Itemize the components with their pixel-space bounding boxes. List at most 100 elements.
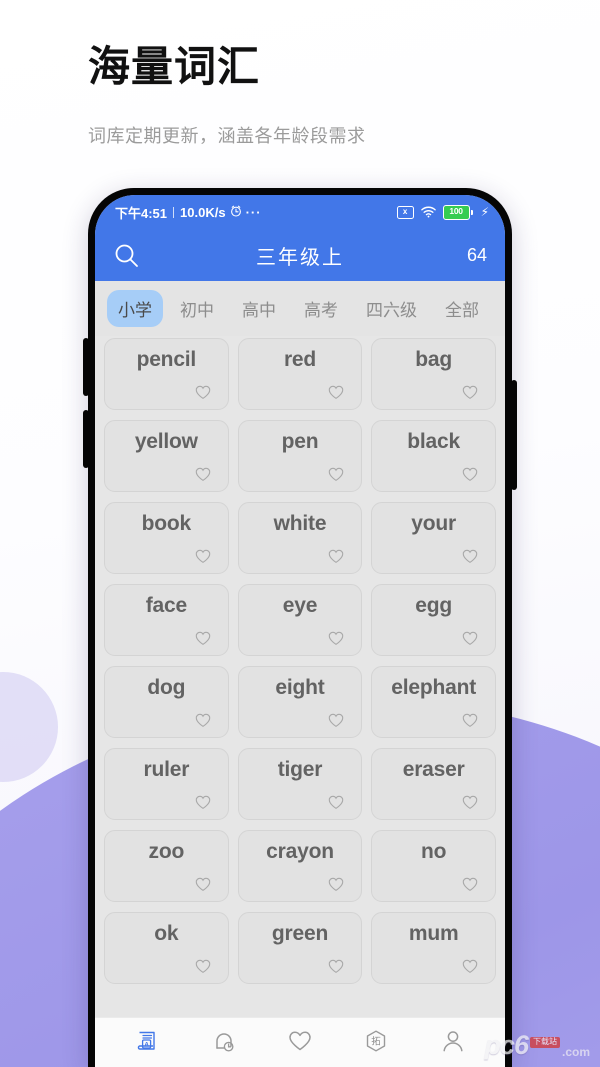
search-icon[interactable] [113, 242, 140, 269]
battery-cap [470, 209, 473, 215]
word-card[interactable]: no [371, 830, 496, 902]
word-card[interactable]: zoo [104, 830, 229, 902]
bottom-navigation-bar: A 拓 [95, 1017, 505, 1067]
word-label: mum [408, 922, 459, 945]
nav-item-profile[interactable] [430, 1021, 476, 1061]
watermark-logo-text: pc6 [484, 1030, 529, 1060]
site-watermark: pc6 下载站 .com [484, 1032, 590, 1059]
word-card[interactable]: white [237, 502, 363, 574]
word-card[interactable]: yellow [104, 420, 229, 492]
word-label: no [421, 840, 447, 863]
tab-xiaoxue[interactable]: 小学 [107, 290, 163, 327]
status-more-icon: ··· [245, 204, 262, 220]
status-bar-right: x 100 ⚡ [396, 204, 489, 220]
word-card[interactable]: pen [237, 420, 363, 492]
phone-screen: 下午4:51 10.0K/s ··· x 100 ⚡ 三年级上 64 小学 初中… [95, 195, 505, 1067]
alarm-clock-icon [230, 205, 242, 219]
page-title: 海量词汇 [88, 43, 261, 90]
page-subtitle: 词库定期更新，涵盖各年龄段需求 [88, 125, 366, 146]
word-label: yellow [134, 430, 198, 453]
hexagon-tuo-icon: 拓 [363, 1028, 389, 1054]
volume-up-button[interactable] [83, 338, 89, 396]
word-card[interactable]: your [371, 502, 496, 574]
word-label: zoo [148, 840, 185, 863]
word-card[interactable]: face [104, 584, 229, 656]
word-label: dog [147, 676, 186, 699]
tab-chuzhong[interactable]: 初中 [169, 290, 225, 327]
word-count-badge: 64 [466, 244, 487, 265]
nav-item-dictionary[interactable]: A [124, 1021, 170, 1061]
word-card[interactable]: ok [104, 912, 229, 984]
svg-text:拓: 拓 [372, 1035, 382, 1047]
word-label: eye [282, 594, 318, 617]
word-label: face [145, 594, 187, 617]
word-label: green [271, 922, 329, 945]
svg-text:A: A [144, 1041, 149, 1048]
promo-text-block: 海量词汇 词库定期更新，涵盖各年龄段需求 [88, 42, 538, 148]
word-card[interactable]: elephant [371, 666, 496, 738]
category-tab-bar: 小学 初中 高中 高考 四六级 全部 [95, 281, 505, 336]
word-label: egg [415, 594, 453, 617]
word-label: black [407, 430, 460, 453]
x-box-icon: x [396, 205, 414, 219]
word-label: eight [275, 676, 325, 699]
status-divider [173, 206, 175, 218]
power-button[interactable] [511, 380, 517, 490]
word-label: your [411, 512, 457, 535]
tab-quanbu[interactable]: 全部 [434, 290, 490, 327]
app-header: 三年级上 64 [95, 229, 505, 281]
word-card[interactable]: green [237, 912, 363, 984]
word-card[interactable]: tiger [237, 748, 363, 820]
status-bar-left: 下午4:51 10.0K/s ··· [115, 203, 262, 222]
status-bar: 下午4:51 10.0K/s ··· x 100 ⚡ [95, 195, 505, 229]
volume-down-button[interactable] [83, 410, 89, 468]
word-card[interactable]: red [237, 338, 363, 410]
heart-icon [287, 1028, 313, 1054]
word-label: elephant [391, 676, 477, 699]
wifi-icon [420, 206, 436, 218]
word-card[interactable]: dog [104, 666, 229, 738]
tab-gaozhong[interactable]: 高中 [231, 290, 287, 327]
lightning-bolt-icon: ⚡ [480, 205, 489, 219]
word-label: eraser [402, 758, 465, 781]
app-header-title: 三年级上 [256, 246, 344, 269]
head-clock-icon [211, 1028, 237, 1054]
background-circle-decoration [0, 672, 58, 782]
word-label: tiger [277, 758, 323, 781]
word-card[interactable]: ruler [104, 748, 229, 820]
status-network-speed: 10.0K/s [180, 204, 226, 220]
nav-item-history[interactable] [201, 1021, 247, 1061]
watermark-badge: 下载站 [529, 1037, 560, 1048]
tab-siliuji[interactable]: 四六级 [355, 290, 428, 327]
nav-item-expand[interactable]: 拓 [353, 1021, 399, 1061]
word-label: pencil [136, 348, 197, 371]
word-card[interactable]: eye [237, 584, 363, 656]
person-icon [440, 1028, 466, 1054]
word-label: ok [154, 922, 179, 945]
word-label: ruler [143, 758, 190, 781]
word-card-grid: pencil red bag yellow pen black book whi… [95, 336, 505, 1017]
phone-mockup-frame: 下午4:51 10.0K/s ··· x 100 ⚡ 三年级上 64 小学 初中… [83, 188, 517, 1067]
word-card[interactable]: eight [237, 666, 363, 738]
word-card[interactable]: pencil [104, 338, 229, 410]
word-card[interactable]: eraser [371, 748, 496, 820]
word-label: red [283, 348, 317, 371]
tab-gaokao[interactable]: 高考 [293, 290, 349, 327]
nav-item-favorites[interactable] [277, 1021, 323, 1061]
word-card[interactable]: mum [371, 912, 496, 984]
word-card[interactable]: black [371, 420, 496, 492]
battery-icon: 100 [442, 204, 473, 220]
word-label: bag [415, 348, 453, 371]
dictionary-book-icon: A [134, 1028, 160, 1054]
battery-level-label: 100 [442, 204, 470, 220]
word-label: book [141, 512, 192, 535]
word-label: crayon [266, 840, 334, 863]
word-card[interactable]: book [104, 502, 229, 574]
word-card[interactable]: crayon [237, 830, 363, 902]
word-label: pen [281, 430, 319, 453]
word-card[interactable]: egg [371, 584, 496, 656]
word-label: white [273, 512, 327, 535]
watermark-tld: .com [561, 1045, 590, 1059]
word-card[interactable]: bag [371, 338, 496, 410]
status-time: 下午4:51 [115, 205, 168, 221]
